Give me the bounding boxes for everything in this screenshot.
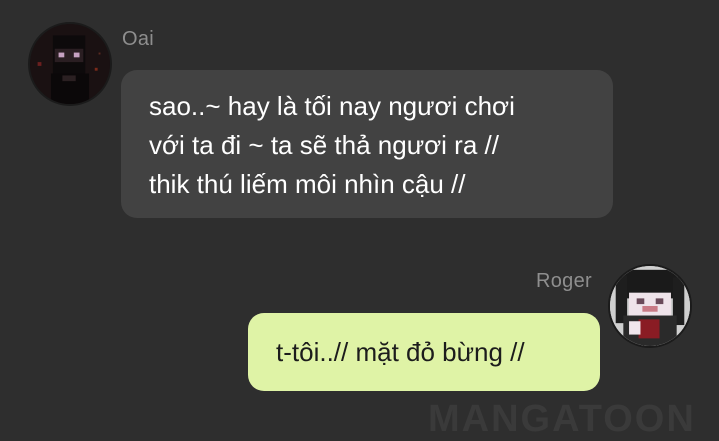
- avatar-roger-image: [610, 266, 690, 346]
- avatar-roger[interactable]: [608, 264, 692, 348]
- watermark: MANGATOON: [428, 398, 696, 440]
- sender-name-roger: Roger: [536, 270, 592, 292]
- message-bubble-incoming[interactable]: sao..~ hay là tối nay ngươi chơi với ta …: [121, 70, 613, 218]
- message-text-line: thik thú liếm môi nhìn cậu //: [149, 169, 466, 199]
- message-text-line: với ta đi ~ ta sẽ thả ngươi ra //: [149, 130, 499, 160]
- avatar-oai-image: [30, 24, 110, 104]
- avatar-oai[interactable]: [28, 22, 112, 106]
- message-bubble-outgoing[interactable]: t-tôi..// mặt đỏ bừng //: [248, 313, 600, 391]
- message-text-line: sao..~ hay là tối nay ngươi chơi: [149, 91, 515, 121]
- sender-name-oai: Oai: [122, 28, 155, 50]
